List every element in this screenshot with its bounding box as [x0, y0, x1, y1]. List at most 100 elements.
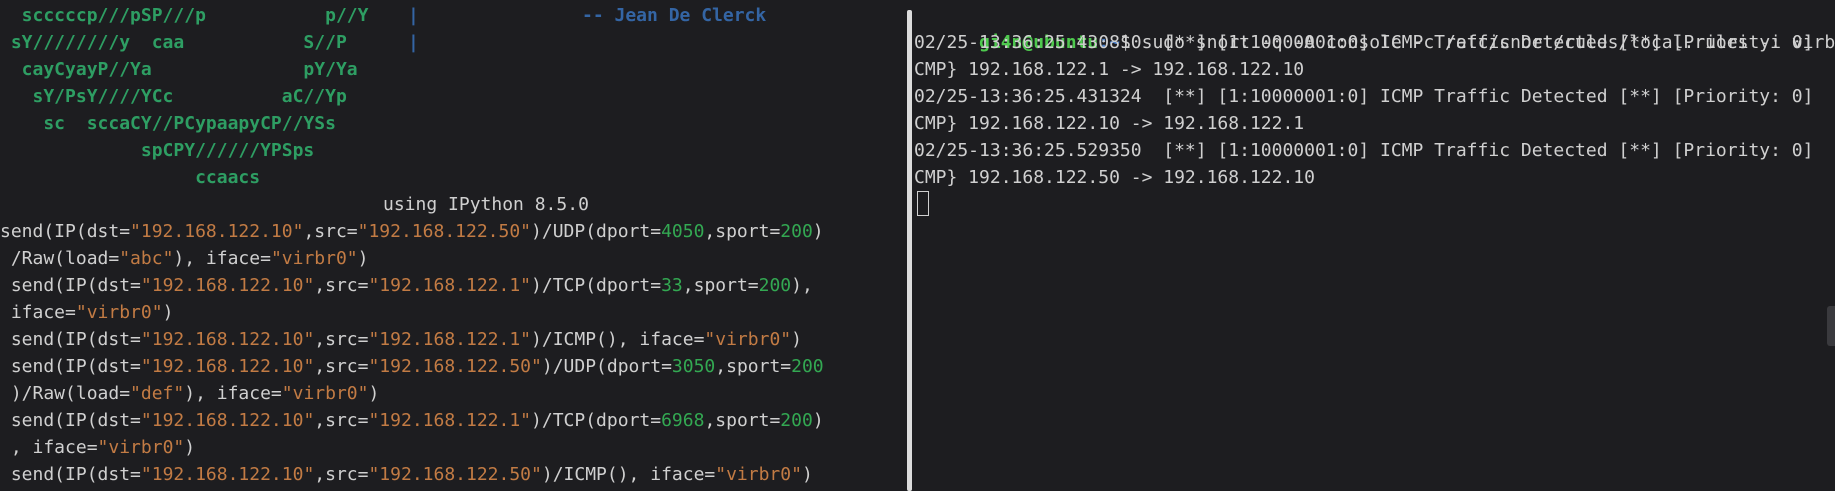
code-token: "192.168.122.10"	[140, 329, 315, 350]
ascii-art-line-3: cayCyayP//Ya pY/Ya	[0, 59, 358, 80]
ipython-pane[interactable]: scccccp///pSP///p p//Y | -- Jean De Cler…	[0, 0, 904, 491]
code-token: )	[791, 329, 802, 350]
code-token: "192.168.122.1"	[368, 410, 532, 431]
code-token: "virbr0"	[704, 329, 792, 350]
code-token: 200	[780, 410, 813, 431]
code-token: )	[812, 221, 824, 242]
code-token: ,src=	[314, 356, 369, 377]
ipython-banner: using IPython 8.5.0	[383, 194, 589, 215]
code-token: ,src=	[314, 464, 369, 485]
code-token: )/UDP(dport=	[531, 221, 662, 242]
ascii-art-line-1: scccccp///pSP///p p//Y	[0, 5, 369, 26]
code-token: "192.168.122.10"	[130, 221, 304, 242]
code-token: "192.168.122.10"	[140, 275, 315, 296]
code-token: ), iface=	[173, 248, 271, 269]
code-line: send(IP(dst="192.168.122.10",src="192.16…	[0, 218, 824, 245]
alert-line-2: 02/25-13:36:25.431324 [**] [1:10000001:0…	[914, 86, 1814, 107]
code-token: ,src=	[314, 275, 369, 296]
pane-divider-handle[interactable]	[907, 10, 912, 491]
code-line: send(IP(dst="192.168.122.10",src="192.16…	[0, 461, 813, 488]
code-token: )/TCP(dport=	[531, 410, 662, 431]
code-token: send(IP(dst=	[0, 464, 141, 485]
code-token: ,src=	[303, 221, 358, 242]
code-token: ,sport=	[704, 221, 781, 242]
code-token: ,sport=	[715, 356, 792, 377]
terminal-cursor[interactable]	[917, 191, 929, 216]
code-token: 3050	[671, 356, 716, 377]
code-token: "virbr0"	[75, 302, 163, 323]
code-token: "def"	[130, 383, 185, 404]
code-token: "192.168.122.50"	[368, 356, 542, 377]
code-line: send(IP(dst="192.168.122.10",src="192.16…	[0, 407, 824, 434]
alert-line-3: 02/25-13:36:25.529350 [**] [1:10000001:0…	[914, 140, 1814, 161]
snort-pane[interactable]: gi4n@ubuntu:~$ sudo snort -q -A console …	[914, 0, 1835, 491]
code-line: /Raw(load="abc"), iface="virbr0")	[0, 245, 369, 272]
code-line: , iface="virbr0")	[0, 434, 195, 461]
code-token: )/UDP(dport=	[541, 356, 672, 377]
code-token: )	[357, 248, 369, 269]
art-bar-1: |	[408, 5, 419, 26]
code-token: send(IP(dst=	[0, 410, 141, 431]
code-token: )/ICMP(), iface=	[531, 329, 705, 350]
code-token: 4050	[661, 221, 705, 242]
code-token: /Raw(load=	[0, 248, 120, 269]
code-token: ), iface=	[184, 383, 282, 404]
code-token: 200	[758, 275, 792, 296]
code-token: "virbr0"	[97, 437, 185, 458]
code-line: send(IP(dst="192.168.122.10",src="192.16…	[0, 326, 802, 353]
alert-flow-1: CMP} 192.168.122.1 -> 192.168.122.10	[914, 59, 1305, 80]
quote-author: -- Jean De Clerck	[582, 5, 767, 26]
ascii-art-line-6: spCPY//////YPSps	[0, 140, 315, 161]
alert-flow-2: CMP} 192.168.122.10 -> 192.168.122.1	[914, 113, 1305, 134]
code-token: , iface=	[0, 437, 98, 458]
code-token: )	[162, 302, 174, 323]
code-token: "virbr0"	[715, 464, 802, 485]
shell-prompt-line: gi4n@ubuntu:~$ sudo snort -q -A console …	[914, 2, 1835, 53]
terminal-window: scccccp///pSP///p p//Y | -- Jean De Cler…	[0, 0, 1835, 491]
code-token: ,src=	[314, 329, 369, 350]
code-token: send(IP(dst=	[0, 275, 141, 296]
code-line: send(IP(dst="192.168.122.10",src="192.16…	[0, 272, 813, 299]
code-token: ,sport=	[682, 275, 759, 296]
code-token: )/TCP(dport=	[531, 275, 662, 296]
code-line: )/Raw(load="def"), iface="virbr0")	[0, 380, 380, 407]
code-token: )	[368, 383, 380, 404]
code-token: "192.168.122.10"	[140, 356, 315, 377]
code-token: "abc"	[119, 248, 174, 269]
code-token: )	[812, 410, 824, 431]
code-token: "192.168.122.1"	[368, 329, 532, 350]
code-token: 200	[791, 356, 824, 377]
code-token: "192.168.122.10"	[140, 410, 315, 431]
code-token: 200	[780, 221, 813, 242]
code-token: "virbr0"	[281, 383, 369, 404]
code-token: "192.168.122.50"	[357, 221, 532, 242]
code-token: "virbr0"	[270, 248, 358, 269]
code-line: send(IP(dst="192.168.122.10",src="192.16…	[0, 353, 824, 380]
code-token: ),	[791, 275, 813, 296]
code-token: "192.168.122.50"	[368, 464, 542, 485]
ascii-art-line-7: ccaacs	[0, 167, 261, 188]
code-token: )	[184, 437, 196, 458]
code-token: send(IP(dst=	[0, 221, 131, 242]
ascii-art-line-5: sc sccaCY//PCypaapyCP//YSs	[0, 113, 336, 134]
code-line: iface="virbr0")	[0, 299, 174, 326]
ascii-art-line-2: sY////////y caa S//P	[0, 32, 347, 53]
code-token: iface=	[0, 302, 76, 323]
alert-flow-3: CMP} 192.168.122.50 -> 192.168.122.10	[914, 167, 1315, 188]
scrollbar-thumb[interactable]	[1827, 306, 1835, 346]
code-token: ,sport=	[704, 410, 781, 431]
code-token: "192.168.122.10"	[140, 464, 315, 485]
code-token: "192.168.122.1"	[368, 275, 532, 296]
code-token: 33	[661, 275, 683, 296]
code-token: send(IP(dst=	[0, 329, 141, 350]
code-token: ,src=	[314, 410, 369, 431]
pane-divider[interactable]	[904, 0, 914, 491]
code-token: 6968	[661, 410, 705, 431]
alert-line-1: 02/25-13:36:25.430810 [**] [1:10000001:0…	[914, 32, 1814, 53]
code-token: )	[801, 464, 813, 485]
art-bar-2: |	[408, 32, 419, 53]
code-token: )/ICMP(), iface=	[541, 464, 716, 485]
code-token: send(IP(dst=	[0, 356, 141, 377]
code-token: )/Raw(load=	[0, 383, 131, 404]
ascii-art-line-4: sY/PsY////YCc aC//Yp	[0, 86, 347, 107]
